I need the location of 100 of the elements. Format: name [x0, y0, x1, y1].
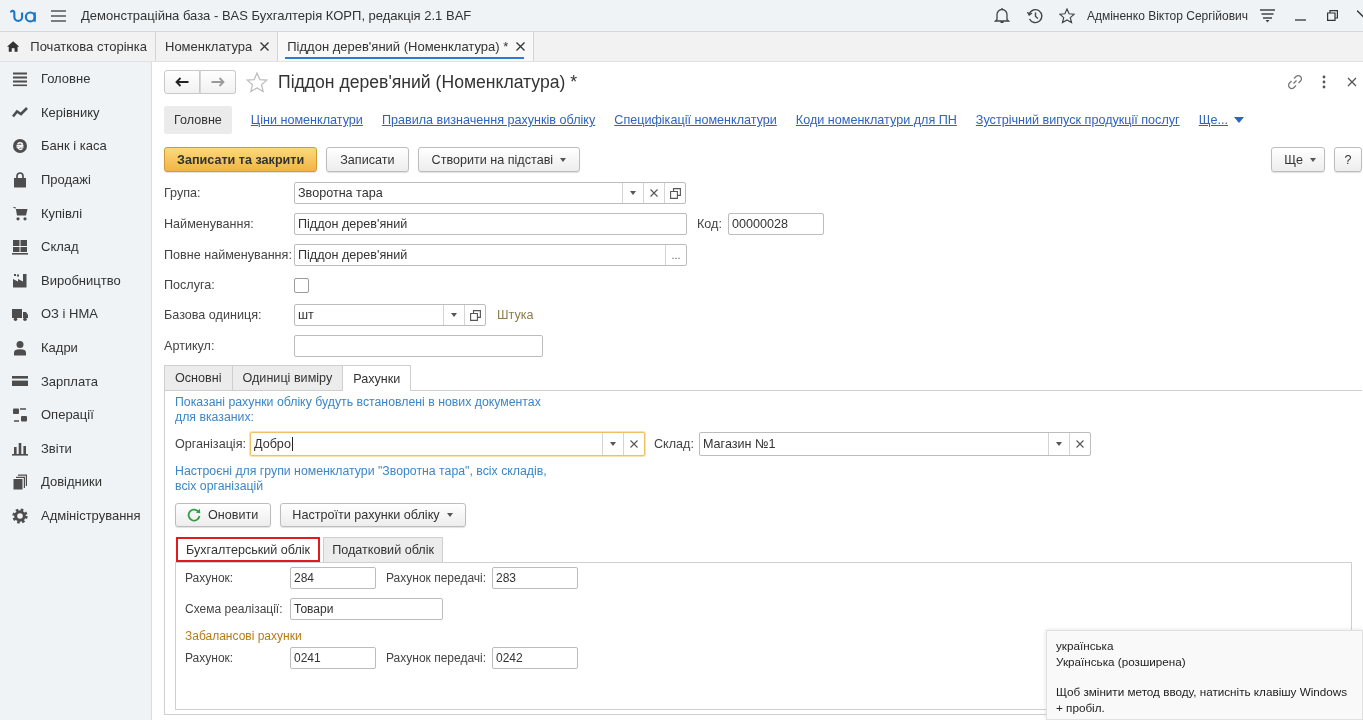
star-icon[interactable]	[1058, 7, 1075, 24]
more-button[interactable]: Ще	[1271, 147, 1325, 172]
text-field[interactable]	[294, 335, 543, 357]
choice-field[interactable]: Піддон дерев'яний ...	[294, 244, 687, 266]
field-label: Рахунок:	[185, 651, 235, 665]
sidebar-item[interactable]: Склад	[0, 229, 151, 264]
history-icon[interactable]	[1026, 7, 1043, 24]
sidebar-item[interactable]: Продажі	[0, 162, 151, 197]
caret-icon	[1310, 157, 1316, 162]
ledger-icon	[12, 406, 28, 423]
tab[interactable]: Рахунки	[342, 365, 412, 391]
person-icon	[12, 339, 28, 356]
sidebar-item[interactable]: Кадри	[0, 330, 151, 365]
clear-icon	[1075, 440, 1084, 448]
field-label: Рахунок передачі:	[386, 651, 488, 665]
caret-icon	[630, 191, 636, 195]
field-label: Найменування:	[164, 217, 255, 231]
field-label: Артикул:	[164, 339, 216, 353]
sidebar-item[interactable]: Довідники	[0, 465, 151, 499]
language-name: українська	[1056, 638, 1115, 654]
sidebar-item[interactable]: Звіти	[0, 431, 151, 466]
text-field[interactable]: Товари	[290, 598, 443, 620]
tab[interactable]: Початкова сторінка	[0, 32, 156, 61]
bell-icon[interactable]	[993, 7, 1010, 24]
sidebar-item[interactable]: Головне	[0, 62, 151, 96]
combo-field[interactable]: Магазин №1	[698, 432, 1091, 456]
primary-button[interactable]: Записати та закрити	[164, 147, 318, 172]
refresh-icon	[187, 508, 201, 522]
form-title: Піддон дерев'яний (Номенклатура) *	[278, 71, 578, 93]
window-title: Демонстраційна база - BAS Бухгалтерія КОРП, редакція 2.1 BAF	[81, 8, 472, 23]
info-text: Настроєні для групи номенклатури "Зворотна тара", всіх складів, всіх організацій	[175, 464, 548, 494]
logo-icon[interactable]	[10, 8, 39, 23]
field-label: Базова одиниця:	[164, 308, 263, 322]
sidebar-item[interactable]: Керівнику	[0, 95, 151, 130]
caret-icon	[560, 157, 567, 162]
combo-field[interactable]: Зворотна тара	[294, 182, 686, 204]
link-icon[interactable]	[1287, 74, 1303, 90]
restore-icon[interactable]	[1327, 10, 1338, 21]
tooltip-text: Щоб змінити метод вводу, натисніть клавішу Windows + пробіл.	[1056, 684, 1349, 715]
tab[interactable]: Податковий облік	[323, 537, 443, 562]
help-button[interactable]: ?	[1334, 147, 1362, 172]
list-menu-icon[interactable]	[1260, 8, 1275, 23]
clear-icon	[630, 440, 638, 448]
close-icon[interactable]	[260, 42, 270, 51]
field-label: Рахунок:	[185, 571, 235, 585]
dropdown-button[interactable]: Створити на підставі	[417, 147, 581, 172]
nav-link[interactable]: Зустрічний випуск продукції послуг	[975, 113, 1180, 127]
close-icon[interactable]	[516, 42, 526, 51]
checkbox[interactable]	[294, 277, 309, 293]
caret-icon	[446, 513, 453, 517]
field-label: Група:	[164, 186, 202, 200]
nav-link[interactable]: Специфікації номенклатури	[614, 113, 777, 127]
nav-link[interactable]: Коди номенклатури для ПН	[795, 113, 957, 127]
combo-field[interactable]: шт	[294, 304, 486, 326]
close-icon[interactable]	[1347, 77, 1357, 87]
dropdown-button[interactable]: Настроїти рахунки обліку	[280, 503, 466, 527]
tab[interactable]: Основні	[164, 365, 233, 390]
home-icon	[7, 40, 20, 53]
sidebar-item[interactable]: Адміністрування	[0, 498, 151, 533]
more-link[interactable]: Ще...	[1198, 113, 1244, 127]
tab[interactable]: Піддон дерев'яний (Номенклатура) *	[278, 32, 535, 61]
user-name[interactable]: Адміненко Віктор Сергійович	[1086, 8, 1248, 23]
favorite-star-icon[interactable]	[246, 71, 268, 93]
nav-link[interactable]: Ціни номенклатури	[250, 113, 363, 127]
text-field[interactable]: 0241	[290, 647, 376, 669]
ellipsis-button[interactable]: ...	[665, 245, 686, 265]
copy-icon	[469, 309, 481, 321]
clear-icon	[650, 189, 658, 197]
text-field[interactable]: 00000028	[727, 213, 824, 235]
text-field[interactable]: Піддон дерев'яний	[294, 213, 687, 235]
field-label: Код:	[697, 217, 722, 231]
menu-icon[interactable]	[51, 9, 66, 22]
sidebar-item[interactable]: Купівлі	[0, 196, 151, 230]
toolbar-button[interactable]: Записати	[326, 147, 409, 172]
field-label: Склад:	[654, 437, 694, 451]
section-heading: Забалансові рахунки	[185, 628, 303, 644]
sidebar-item[interactable]: ОЗ і НМА	[0, 297, 151, 331]
combo-field[interactable]: Добро	[250, 432, 645, 456]
text-field[interactable]: 0242	[492, 647, 578, 669]
text-field[interactable]: 284	[290, 567, 376, 589]
back-button[interactable]	[164, 70, 200, 94]
arrow-left-icon	[175, 77, 189, 87]
sidebar-item[interactable]: Банк і каса	[0, 129, 151, 163]
more-icon[interactable]	[1322, 75, 1326, 89]
coin-icon	[12, 138, 28, 154]
tab[interactable]: Одиниці виміру	[231, 365, 344, 390]
sidebar-item[interactable]: Операції	[0, 397, 151, 432]
caret-icon	[1233, 117, 1244, 123]
refresh-button[interactable]: Оновити	[175, 503, 272, 527]
nav-link[interactable]: Головне	[164, 106, 232, 134]
copy-icon	[669, 187, 681, 199]
text-field[interactable]: 283	[492, 567, 578, 589]
tab[interactable]: Бухгалтерський облік	[176, 537, 321, 562]
sidebar-item[interactable]: Виробництво	[0, 263, 151, 298]
nav-link[interactable]: Правила визначення рахунків обліку	[381, 113, 596, 127]
factory-icon	[12, 272, 28, 289]
documents-icon	[12, 473, 28, 490]
sidebar-item[interactable]: Зарплата	[0, 364, 151, 398]
arrow-right-icon	[210, 77, 225, 87]
field-label: Схема реалізації:	[185, 602, 284, 616]
